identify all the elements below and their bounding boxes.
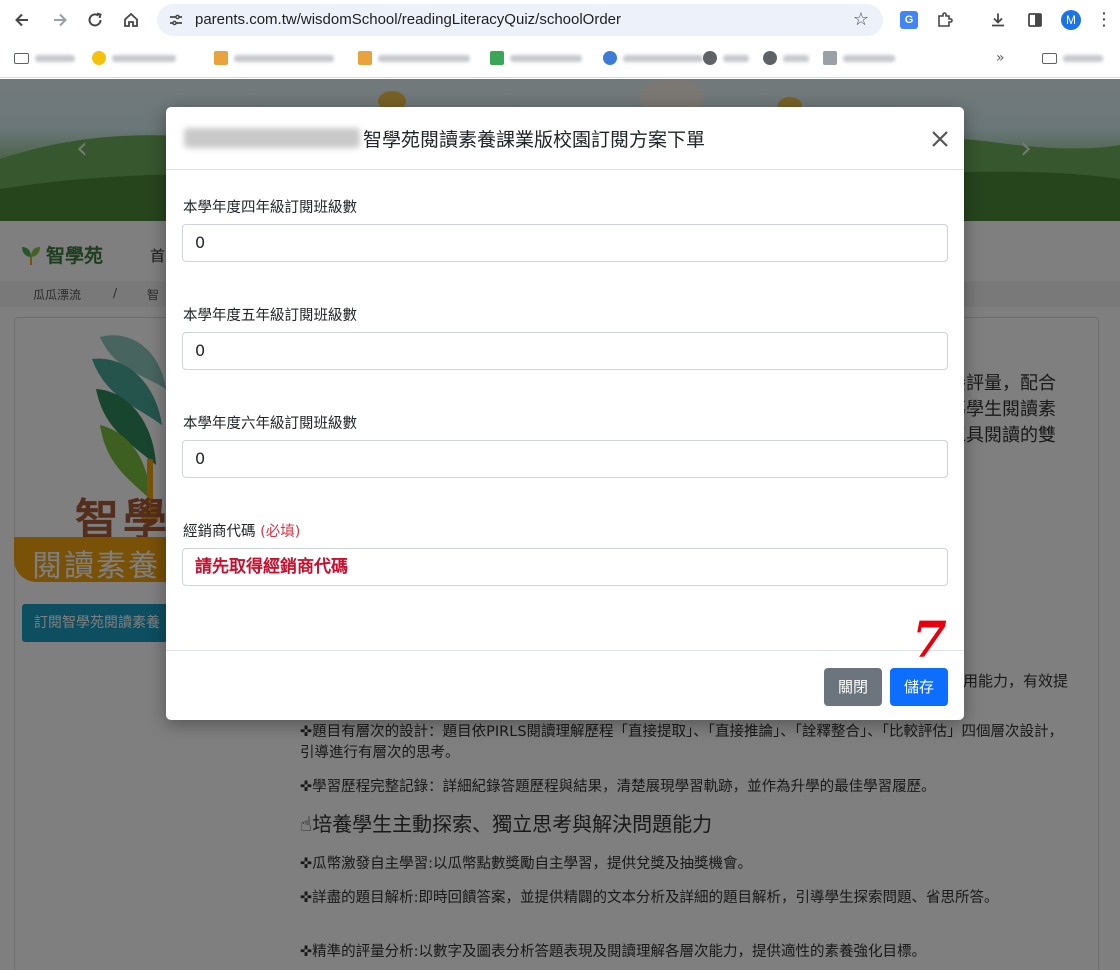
save-button[interactable]: 儲存 (890, 668, 948, 706)
browser-menu-button[interactable]: ⋮ (1090, 6, 1118, 34)
bookmark-favicon-icon (214, 51, 228, 65)
translate-icon: G (900, 11, 918, 29)
reload-button[interactable] (81, 6, 109, 34)
back-button[interactable] (8, 6, 36, 34)
forward-icon (54, 13, 67, 27)
modal-header: 智學苑閱讀素養課業版校園訂閱方案下單 (166, 107, 964, 170)
download-icon (992, 13, 1004, 27)
menu-icon: ⋮ (1095, 9, 1113, 30)
bookmarks-bar: » (0, 42, 1120, 74)
required-marker: (必填) (260, 524, 301, 540)
bookmark-favicon-icon (603, 51, 617, 65)
step-number-annotation: 7 (912, 610, 947, 669)
grade6-label: 本學年度六年級訂閱班級數 (183, 416, 357, 432)
extensions-button[interactable] (931, 6, 959, 34)
dealer-code-label-text: 經銷商代碼 (183, 524, 256, 540)
bookmark-item[interactable] (763, 50, 809, 66)
bookmark-item[interactable] (14, 50, 75, 66)
grade4-classes-input[interactable]: 0 (182, 224, 948, 262)
browser-toolbar: parents.com.tw/wisdomSchool/readingLiter… (0, 0, 1120, 40)
address-bar[interactable]: parents.com.tw/wisdomSchool/readingLiter… (157, 4, 883, 36)
bookmark-item[interactable] (358, 50, 470, 66)
bookmark-item[interactable] (703, 50, 749, 66)
folder-icon (1042, 52, 1057, 64)
bookmark-item[interactable] (490, 50, 582, 66)
school-name-redacted (184, 128, 360, 148)
profile-button[interactable]: M (1057, 6, 1085, 34)
grade5-classes-input[interactable]: 0 (182, 332, 948, 370)
browser-chrome: parents.com.tw/wisdomSchool/readingLiter… (0, 0, 1120, 78)
bookmark-item[interactable] (214, 50, 334, 66)
bookmark-favicon-icon (490, 51, 504, 65)
bookmarks-overflow-button[interactable]: » (996, 50, 1005, 66)
grade5-label: 本學年度五年級訂閱班級數 (183, 308, 357, 324)
home-icon (124, 12, 138, 27)
grade4-label: 本學年度四年級訂閱班級數 (183, 200, 357, 216)
side-panel-button[interactable] (1021, 6, 1049, 34)
bookmark-item[interactable] (603, 50, 703, 66)
site-info-icon[interactable] (167, 11, 185, 29)
close-button[interactable]: 關閉 (824, 668, 882, 706)
bookmark-favicon-icon (358, 51, 372, 65)
dealer-code-input[interactable]: 請先取得經銷商代碼 (182, 548, 948, 586)
dealer-code-label: 經銷商代碼 (必填) (183, 520, 300, 541)
bookmark-favicon-icon (92, 51, 106, 65)
extensions-icon (938, 12, 953, 27)
home-button[interactable] (117, 6, 145, 34)
reload-icon (88, 12, 102, 27)
folder-icon (14, 52, 29, 64)
all-bookmarks-folder[interactable] (1042, 50, 1103, 66)
bookmark-item[interactable] (92, 50, 176, 66)
bookmark-favicon-icon (703, 51, 717, 65)
grade6-classes-input[interactable]: 0 (182, 440, 948, 478)
order-modal: 智學苑閱讀素養課業版校園訂閱方案下單 本學年度四年級訂閱班級數 0 本學年度五年… (166, 107, 964, 720)
bookmark-favicon-icon (763, 51, 777, 65)
url-text: parents.com.tw/wisdomSchool/readingLiter… (195, 11, 622, 28)
modal-footer: 關閉 儲存 (166, 650, 964, 720)
translate-button[interactable]: G (895, 6, 923, 34)
side-panel-icon (1028, 13, 1042, 27)
bookmark-favicon-icon (823, 51, 837, 65)
avatar: M (1061, 10, 1081, 30)
download-button[interactable] (984, 6, 1012, 34)
forward-button[interactable] (46, 6, 74, 34)
modal-title: 智學苑閱讀素養課業版校園訂閱方案下單 (363, 129, 706, 151)
close-icon[interactable] (926, 125, 954, 153)
modal-body: 本學年度四年級訂閱班級數 0 本學年度五年級訂閱班級數 0 本學年度六年級訂閱班… (166, 170, 964, 650)
back-icon (15, 13, 28, 27)
bookmark-item[interactable] (823, 50, 895, 66)
star-icon[interactable]: ☆ (851, 10, 871, 30)
